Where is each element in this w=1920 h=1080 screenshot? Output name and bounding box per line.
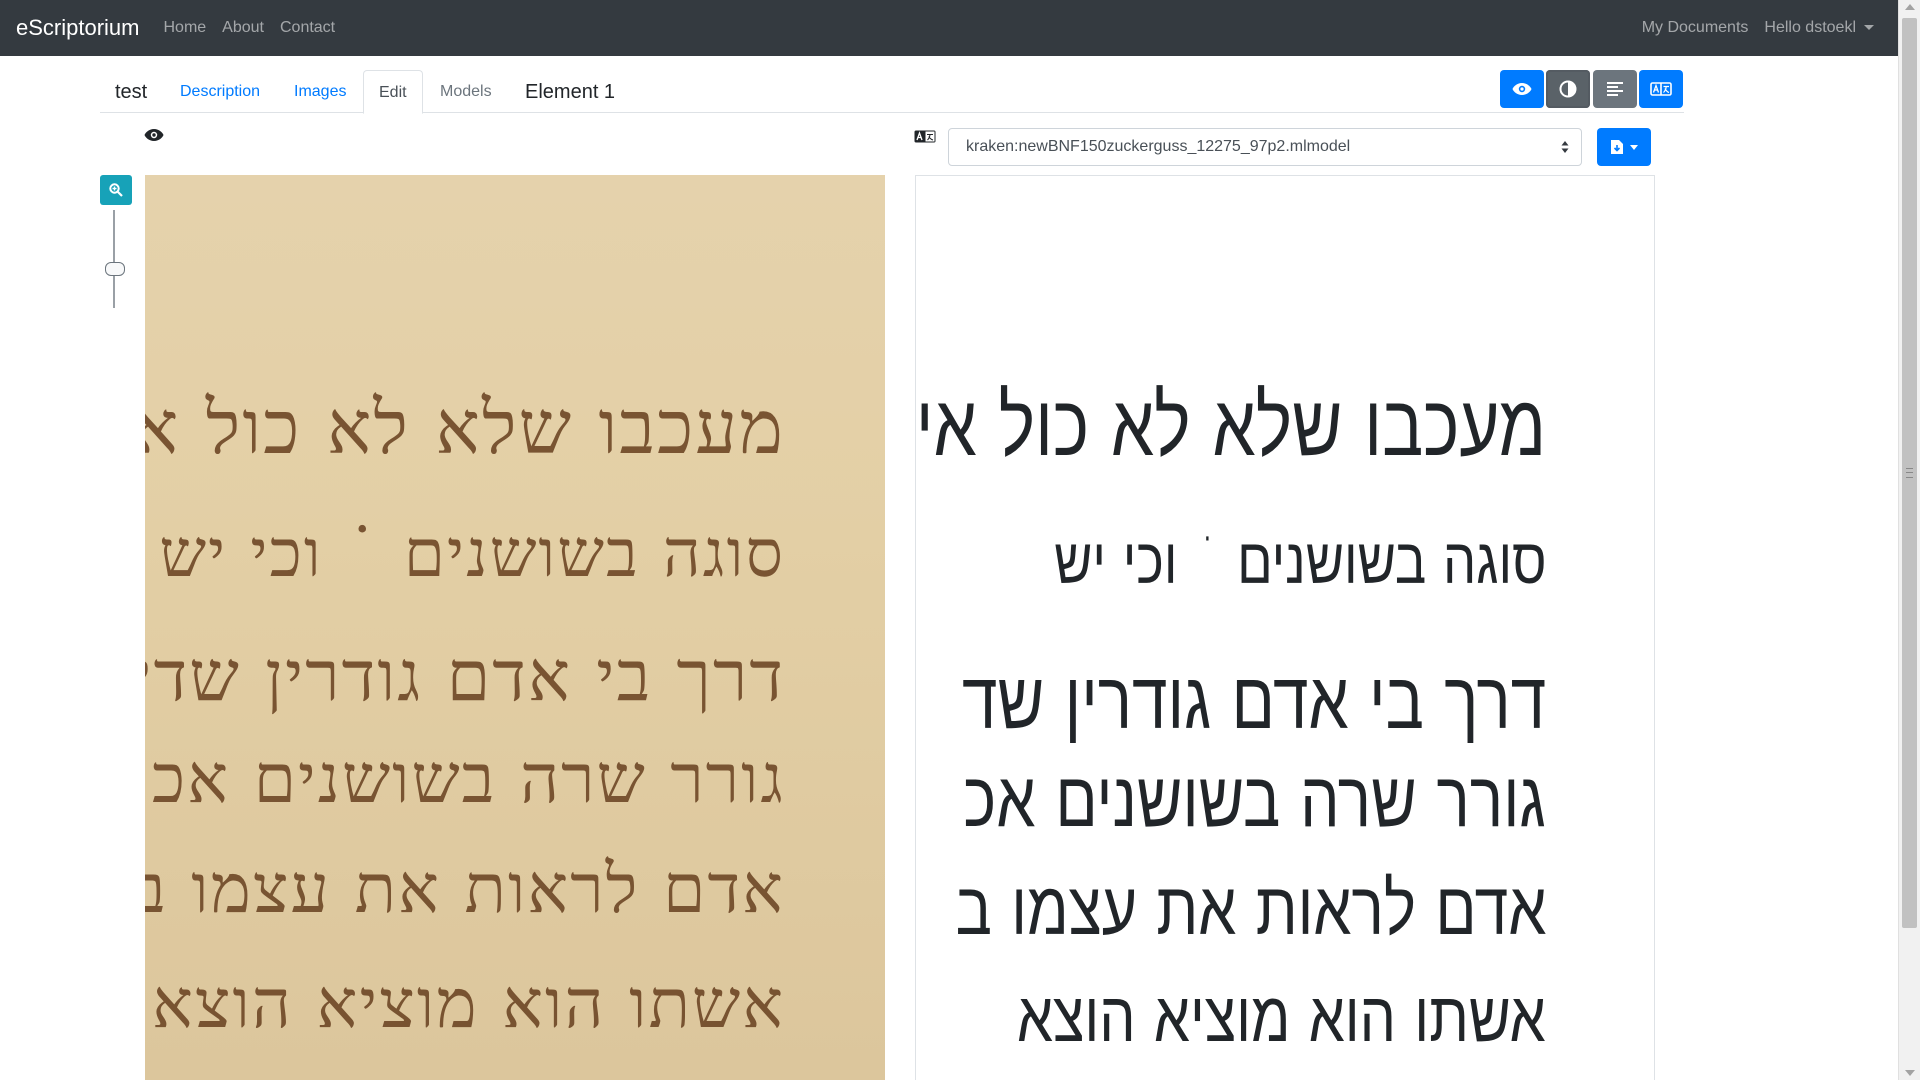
zoom-slider-track[interactable]	[113, 210, 115, 308]
manuscript-line: אדם לראות את עצמו ב	[145, 850, 785, 929]
tab-models[interactable]: Models	[440, 70, 492, 112]
transcription-line[interactable]: סוגה בשושנים ˙ וכי יש	[1054, 524, 1546, 599]
toggle-translation-button[interactable]	[1639, 70, 1683, 108]
nav-my-documents[interactable]: My Documents	[1642, 19, 1749, 37]
top-navbar: eScriptorium Home About Contact My Docum…	[0, 0, 1898, 56]
selected-model: kraken:newBNF150zuckerguss_12275_97p2.ml…	[966, 138, 1351, 155]
toggle-contrast-button[interactable]	[1546, 70, 1590, 108]
nav-home[interactable]: Home	[163, 19, 206, 37]
toggle-text-button[interactable]	[1593, 70, 1637, 108]
manuscript-line: מעכבו שלא לא כול אי זק	[145, 385, 785, 471]
source-visibility-toggle[interactable]	[144, 128, 164, 147]
transcription-line[interactable]: גורר שרה בשושנים אכ	[964, 754, 1546, 845]
manuscript-line: גורר שרה בשושנים אכ	[151, 740, 785, 819]
document-title: test	[115, 81, 148, 103]
tab-images[interactable]: Images	[294, 70, 346, 112]
brand-link[interactable]: eScriptorium	[16, 15, 139, 41]
eye-icon	[144, 129, 164, 141]
manuscript-line: סוגה בשושנים ˙ וכי יש	[159, 515, 785, 592]
align-left-icon	[1607, 82, 1623, 96]
zoom-slider-handle[interactable]	[105, 262, 125, 276]
transcription-line[interactable]: מעכבו שלא לא כול אי ז	[916, 376, 1546, 476]
transcription-line[interactable]: אשתו הוא מוציא הוצא	[1017, 976, 1546, 1058]
nav-contact[interactable]: Contact	[280, 19, 335, 37]
transcription-model-select[interactable]: kraken:newBNF150zuckerguss_12275_97p2.ml…	[948, 128, 1582, 166]
transcription-line[interactable]: דרך בי אדם גודרין שד	[962, 654, 1546, 747]
page-scrollbar[interactable]	[1898, 0, 1920, 1080]
document-tabs: test Description Images Edit Models Elem…	[100, 70, 1684, 114]
scroll-up-arrow-icon[interactable]	[1905, 4, 1915, 10]
zoom-icon	[109, 183, 123, 197]
scroll-thumb[interactable]	[1902, 18, 1917, 928]
element-title: Element 1	[525, 81, 616, 103]
manuscript-line: דרך בי אדם גודרין שדי	[145, 635, 785, 717]
nav-about[interactable]: About	[222, 19, 264, 37]
translate-icon	[1650, 82, 1672, 96]
select-arrows-icon	[1561, 141, 1569, 153]
translate-icon	[914, 130, 936, 143]
caret-down-icon	[1864, 25, 1874, 31]
toggle-source-button[interactable]	[1500, 70, 1544, 108]
tab-edit[interactable]: Edit	[363, 70, 423, 114]
tab-description[interactable]: Description	[180, 70, 260, 112]
transcription-label	[914, 130, 936, 148]
export-dropdown-button[interactable]	[1597, 128, 1651, 166]
caret-down-icon	[1630, 144, 1638, 150]
transcription-panel[interactable]: מעכבו שלא לא כול אי ז סוגה בשושנים ˙ וכי…	[915, 175, 1655, 1080]
zoom-button[interactable]	[100, 175, 132, 205]
nav-right: My Documents Hello dstoekl	[1642, 19, 1874, 37]
eye-icon	[1512, 83, 1532, 95]
file-download-icon	[1611, 140, 1623, 154]
transcription-line[interactable]: אדם לראות את עצמו ב	[955, 866, 1546, 952]
user-menu[interactable]: Hello dstoekl	[1764, 19, 1874, 37]
manuscript-image[interactable]: מעכבו שלא לא כול אי זק סוגה בשושנים ˙ וכ…	[145, 175, 885, 1080]
scroll-down-arrow-icon[interactable]	[1905, 1070, 1915, 1076]
user-menu-label: Hello dstoekl	[1764, 19, 1856, 36]
manuscript-line: אשתו הוא מוציא הוצא	[152, 965, 785, 1044]
scroll-grip-icon	[1906, 468, 1913, 478]
contrast-icon	[1559, 80, 1577, 98]
